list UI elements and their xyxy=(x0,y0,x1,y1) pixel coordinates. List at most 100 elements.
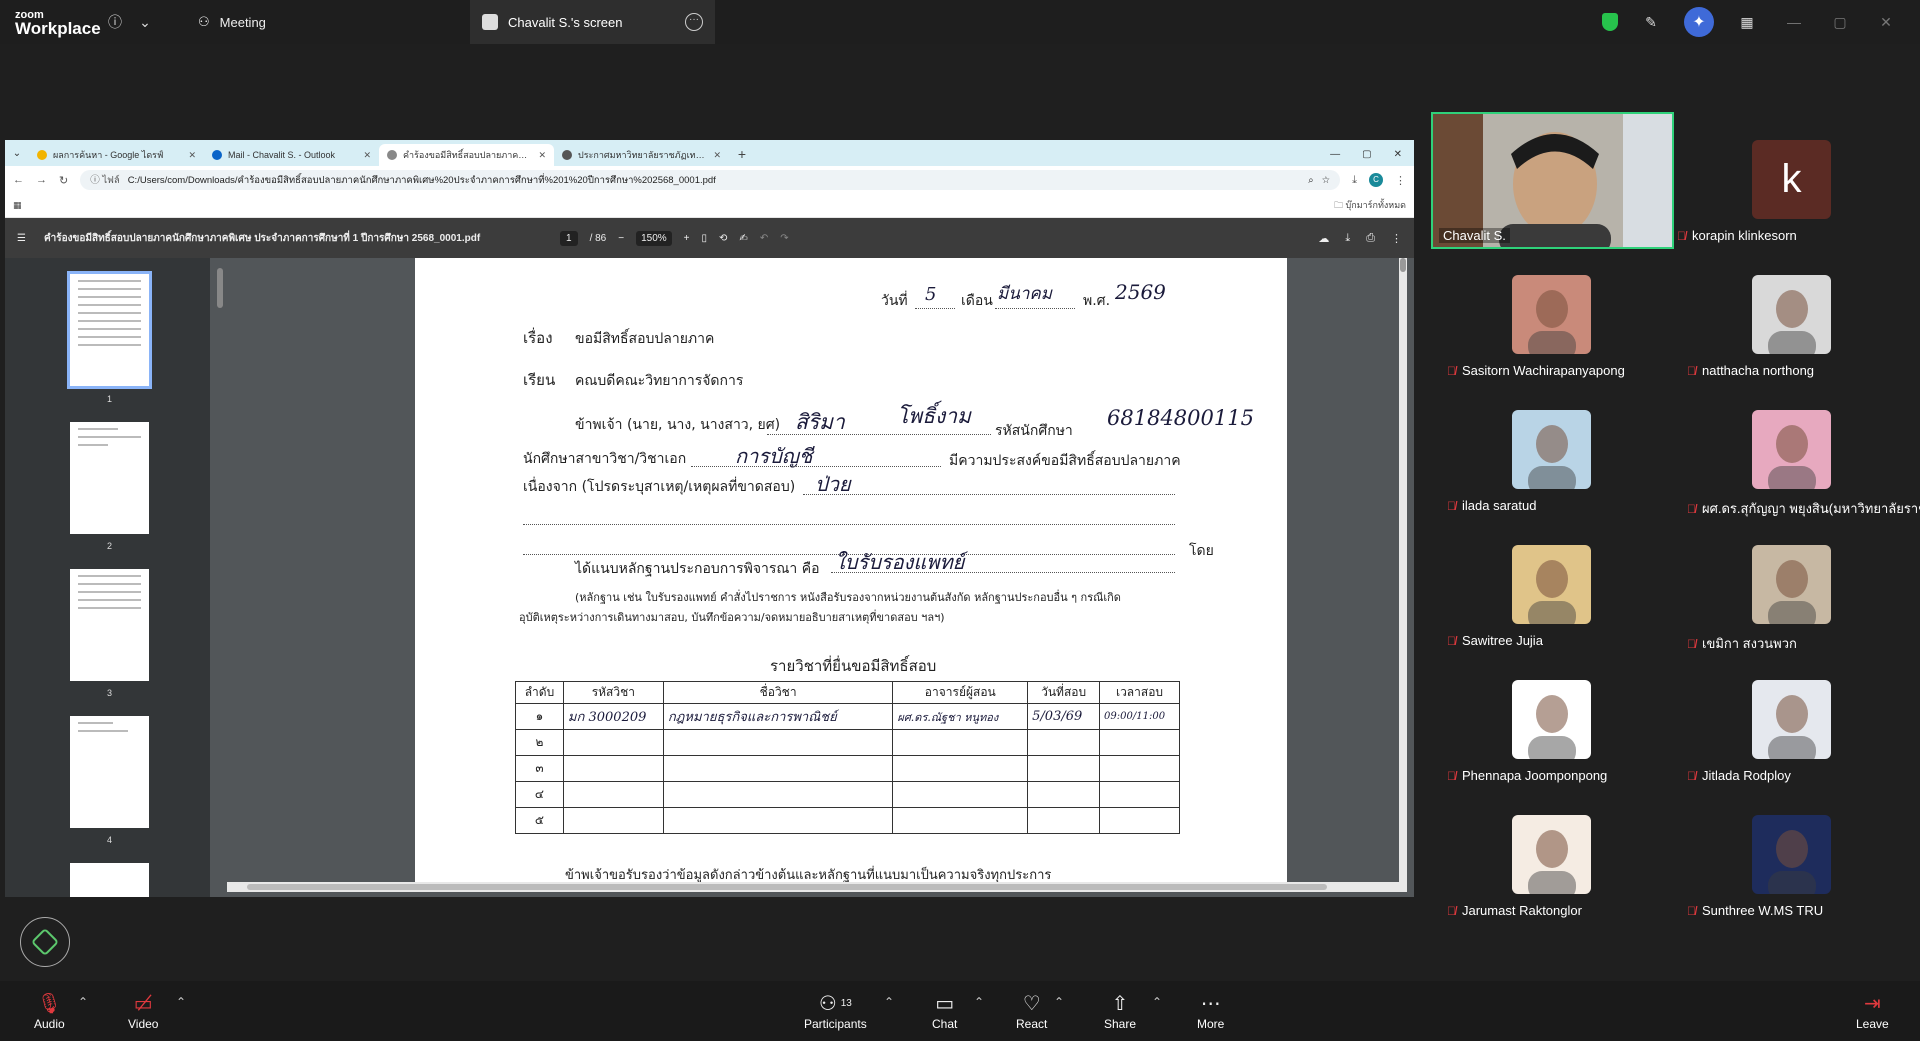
browser-menu-icon[interactable]: ⋮ xyxy=(1395,174,1406,187)
annotate-button[interactable] xyxy=(20,917,70,967)
participant-tile[interactable]: 🎙̸ Jitlada Rodploy xyxy=(1687,680,1831,783)
page-number-input[interactable]: 1 xyxy=(560,230,578,246)
participant-tile[interactable]: 🎙̸ ผศ.ดร.สุกัญญา พยุงสิน(มหาวิทยาลัยราช..… xyxy=(1687,410,1920,516)
forward-icon[interactable]: → xyxy=(36,174,47,186)
chat-options-caret[interactable]: ⌃ xyxy=(974,995,984,1009)
profile-avatar[interactable]: C xyxy=(1369,173,1383,187)
more-actions-icon[interactable]: ⋮ xyxy=(1391,232,1402,245)
participant-tile[interactable]: 🎙̸ Sawitree Jujia xyxy=(1447,545,1591,648)
participant-tile[interactable]: 🎙̸ Sasitorn Wachirapanyapong xyxy=(1447,275,1625,378)
site-info-chip[interactable]: ⓘ ไฟล์ xyxy=(90,172,119,188)
back-icon[interactable]: ← xyxy=(13,174,24,186)
zoom-level-input[interactable]: 150% xyxy=(636,230,672,246)
minimize-icon[interactable]: — xyxy=(1330,149,1340,160)
chevron-down-icon[interactable]: ⌄ xyxy=(130,7,160,37)
thumbnail-number: 4 xyxy=(106,835,112,845)
participant-label: 🎙̸ ilada saratud xyxy=(1447,498,1536,513)
page-thumbnail[interactable] xyxy=(70,716,149,828)
close-tab-icon[interactable]: ✕ xyxy=(363,150,371,161)
document-horizontal-scrollbar[interactable] xyxy=(227,882,1407,892)
react-options-caret[interactable]: ⌃ xyxy=(1054,995,1064,1009)
active-speaker-tile[interactable]: Chavalit S. xyxy=(1431,112,1674,249)
document-viewport: วันที่ 5 เดือน มีนาคม พ.ศ. 2569 เรื่อง ข… xyxy=(227,258,1407,882)
participant-tile[interactable]: 🎙̸ Phennapa Joomponpong xyxy=(1447,680,1607,783)
zoom-logo-bottom: Workplace xyxy=(15,19,101,38)
more-options-icon[interactable]: ··· xyxy=(685,13,703,31)
minimize-icon[interactable]: — xyxy=(1780,14,1808,30)
maximize-icon[interactable]: ▢ xyxy=(1826,14,1854,31)
hamburger-menu-icon[interactable]: ☰ xyxy=(17,233,26,244)
audio-options-caret[interactable]: ⌃ xyxy=(78,995,88,1009)
browser-tab[interactable]: Mail - Chavalit S. - Outlook ✕ xyxy=(204,144,379,166)
zoom-icon[interactable]: ⌕ xyxy=(1308,175,1313,186)
google-drive-icon xyxy=(37,150,47,160)
people-icon: ⚇ xyxy=(198,14,210,29)
browser-tab[interactable]: ผลการค้นหา - Google ไดรฟ์ ✕ xyxy=(29,144,204,166)
print-icon[interactable]: ⎙ xyxy=(1366,232,1375,245)
drive-upload-icon[interactable]: ☁ xyxy=(1318,232,1329,245)
shared-screen-tab[interactable]: Chavalit S.'s screen ··· xyxy=(470,0,715,44)
bookmark-star-icon[interactable]: ☆ xyxy=(1322,175,1331,186)
video-button[interactable]: ▭̸ Video xyxy=(128,989,158,1032)
participant-tile[interactable]: 🎙̸ เขมิกา สงวนพวก xyxy=(1687,545,1831,651)
participants-button[interactable]: ⚇ 13 Participants xyxy=(804,989,867,1032)
page-thumbnail[interactable] xyxy=(70,569,149,681)
download-icon[interactable]: ⤓ xyxy=(1352,174,1357,187)
download-icon[interactable]: ⤓ xyxy=(1345,232,1350,245)
more-button[interactable]: ⋯ More xyxy=(1197,989,1224,1032)
avatar xyxy=(1752,545,1831,624)
annotate-icon[interactable]: ✍ xyxy=(739,233,747,244)
redo-icon[interactable]: ↷ xyxy=(780,233,788,244)
close-tab-icon[interactable]: ✕ xyxy=(538,150,546,161)
participant-tile[interactable]: 🎙̸ Sunthree W.MS TRU xyxy=(1687,815,1831,918)
rotate-icon[interactable]: ⟲ xyxy=(719,233,727,244)
page-thumbnail[interactable] xyxy=(70,863,149,897)
react-label: React xyxy=(1016,1017,1048,1031)
all-bookmarks-folder[interactable]: 🗀 บุ๊กมาร์กทั้งหมด xyxy=(1334,198,1406,214)
apps-grid-icon[interactable]: ▦ xyxy=(13,200,22,211)
browser-tab[interactable]: ประกาศมหาวิทยาลัยราชภัฏเทพสตรี ✕ xyxy=(554,144,729,166)
zoom-in-icon[interactable]: + xyxy=(684,233,690,244)
participant-tile[interactable]: 🎙̸ ilada saratud xyxy=(1447,410,1591,513)
ai-companion-icon[interactable]: ✦ xyxy=(1684,7,1714,37)
participant-tile[interactable]: k 🎙̸ korapin klinkesorn xyxy=(1677,140,1831,243)
react-button[interactable]: ♡ React xyxy=(1016,989,1048,1032)
document-vertical-scrollbar[interactable] xyxy=(1399,258,1407,882)
meeting-tab[interactable]: ⚇ Meeting xyxy=(184,0,280,44)
view-layout-icon[interactable]: ▦ xyxy=(1732,7,1762,37)
close-icon[interactable]: ✕ xyxy=(1394,149,1402,160)
encryption-shield-icon[interactable] xyxy=(1602,13,1618,31)
participant-name: korapin klinkesorn xyxy=(1692,228,1797,243)
close-tab-icon[interactable]: ✕ xyxy=(188,150,196,161)
participant-tile[interactable]: 🎙̸ natthacha northong xyxy=(1687,275,1831,378)
new-tab-button[interactable]: + xyxy=(729,146,755,166)
audio-button[interactable]: 🎙 Audio xyxy=(34,989,65,1032)
leave-button[interactable]: ⇥ Leave xyxy=(1856,989,1889,1032)
info-icon[interactable]: ⓘ xyxy=(100,7,130,37)
share-options-caret[interactable]: ⌃ xyxy=(1152,995,1162,1009)
participant-label: 🎙̸ Sawitree Jujia xyxy=(1447,633,1543,648)
browser-tab-active[interactable]: คำร้องขอมีสิทธิ์สอบปลายภาคนักศึกษ ✕ xyxy=(379,144,554,166)
thumbnail-scrollbar[interactable] xyxy=(217,268,223,888)
zoom-out-icon[interactable]: − xyxy=(618,233,624,244)
close-tab-icon[interactable]: ✕ xyxy=(713,150,721,161)
share-button[interactable]: ⇧ Share xyxy=(1104,989,1136,1032)
participants-options-caret[interactable]: ⌃ xyxy=(884,995,894,1009)
undo-icon[interactable]: ↶ xyxy=(760,233,768,244)
reload-icon[interactable]: ↻ xyxy=(59,174,68,187)
fit-page-icon[interactable]: ▯ xyxy=(702,233,708,244)
annotate-pen-icon[interactable]: ✎ xyxy=(1636,7,1666,37)
tab-search-icon[interactable]: ⌄ xyxy=(5,140,29,166)
address-bar[interactable]: ⓘ ไฟล์ C:/Users/com/Downloads/คำร้องขอมี… xyxy=(80,170,1341,190)
page-thumbnail[interactable] xyxy=(70,422,149,534)
student-id: 68184800115 xyxy=(1107,406,1254,430)
close-icon[interactable]: ✕ xyxy=(1872,14,1900,31)
video-options-caret[interactable]: ⌃ xyxy=(176,995,186,1009)
chat-button[interactable]: ▭ Chat xyxy=(932,989,957,1032)
participant-name: Phennapa Joomponpong xyxy=(1462,768,1608,783)
participant-tile[interactable]: 🎙̸ Jarumast Raktonglor xyxy=(1447,815,1591,918)
table-cell: 09:00/11:00 xyxy=(1099,703,1180,730)
page-thumbnail[interactable] xyxy=(67,271,152,389)
participant-name: เขมิกา สงวนพวก xyxy=(1702,636,1797,651)
maximize-icon[interactable]: ▢ xyxy=(1362,149,1371,160)
